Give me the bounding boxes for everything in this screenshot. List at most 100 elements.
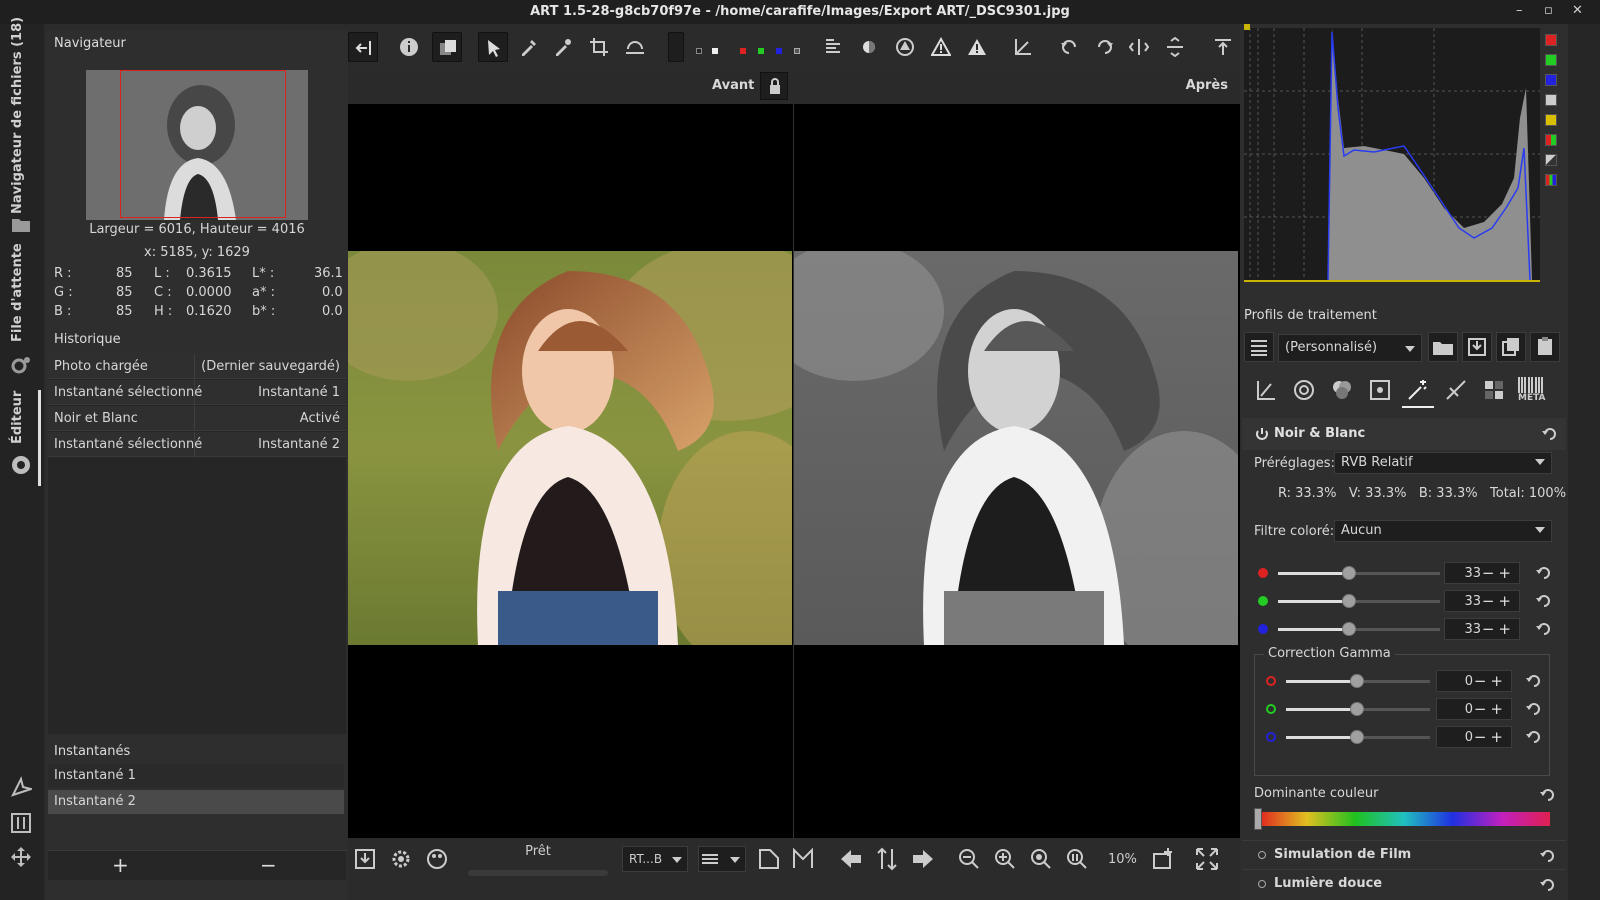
- reset-icon[interactable]: [1526, 674, 1540, 688]
- blue-channel-toggle[interactable]: [776, 48, 782, 54]
- slider-knob[interactable]: [1342, 594, 1356, 608]
- navigator-viewport[interactable]: [120, 70, 286, 218]
- soft-light-header[interactable]: Lumière douce: [1242, 869, 1566, 897]
- profile-select[interactable]: (Personnalisé): [1278, 334, 1422, 362]
- crop-button[interactable]: [584, 32, 614, 62]
- gamut-check-button[interactable]: [790, 846, 816, 872]
- queue-button[interactable]: [388, 846, 414, 872]
- slider-knob[interactable]: [1342, 566, 1356, 580]
- reset-icon[interactable]: [1526, 702, 1540, 716]
- slider-knob[interactable]: [1350, 702, 1364, 716]
- save-profile-button[interactable]: [1462, 332, 1492, 362]
- gamma-green-slider-row[interactable]: 0 −+: [1260, 698, 1546, 720]
- film-simulation-header[interactable]: Simulation de Film: [1242, 840, 1566, 868]
- profile-list-button[interactable]: [1244, 332, 1274, 362]
- aperture-icon[interactable]: [10, 454, 32, 476]
- output-profile-select[interactable]: RT...B: [622, 846, 688, 872]
- histogram-bar-toggle[interactable]: [1545, 174, 1557, 186]
- lock-before-button[interactable]: [760, 72, 788, 100]
- next-image-button[interactable]: [910, 846, 936, 872]
- stepper-icon[interactable]: −+: [1482, 592, 1515, 610]
- histogram-mode-toggle[interactable]: [1545, 154, 1557, 166]
- blue-mix-slider-row[interactable]: 33 −+: [1252, 618, 1552, 640]
- power-icon[interactable]: [1254, 426, 1270, 442]
- gamma-red-value[interactable]: 0 −+: [1436, 670, 1512, 692]
- snapshot-item[interactable]: Instantané 1: [48, 764, 344, 788]
- stepper-icon[interactable]: −+: [1474, 672, 1507, 690]
- tint-hue-slider[interactable]: [1258, 812, 1550, 826]
- load-profile-button[interactable]: [1428, 332, 1458, 362]
- luminance-channel-toggle[interactable]: [794, 48, 800, 54]
- reset-icon[interactable]: [1526, 730, 1540, 744]
- gamma-blue-slider-row[interactable]: 0 −+: [1260, 726, 1546, 748]
- softproof-button[interactable]: [756, 846, 782, 872]
- wb-picker-button[interactable]: [514, 32, 544, 62]
- bw-tool-header[interactable]: Noir & Blanc: [1242, 418, 1566, 450]
- history-row[interactable]: Noir et Blanc Activé: [48, 406, 346, 431]
- intent-select[interactable]: [698, 846, 746, 872]
- histogram-red-toggle[interactable]: [1545, 34, 1557, 46]
- hide-right-panel-button[interactable]: [1208, 32, 1238, 62]
- shadow-clipping-button[interactable]: [926, 32, 956, 62]
- tab-detail-icon[interactable]: [1292, 378, 1316, 402]
- copy-profile-button[interactable]: [1496, 332, 1526, 362]
- tab-transform-icon[interactable]: [1444, 378, 1468, 402]
- slider-knob[interactable]: [1342, 622, 1356, 636]
- focus-mask-button[interactable]: [818, 32, 848, 62]
- histogram-chroma-toggle[interactable]: [1545, 114, 1557, 126]
- hide-panel-button[interactable]: [348, 32, 378, 62]
- tab-raw-icon[interactable]: [1482, 378, 1506, 402]
- slider-knob[interactable]: [1350, 730, 1364, 744]
- red-channel-toggle[interactable]: [740, 48, 746, 54]
- history-row[interactable]: Instantané sélectionné Instantané 2: [48, 432, 346, 457]
- save-button[interactable]: [352, 846, 378, 872]
- reset-icon[interactable]: [1536, 622, 1550, 636]
- stepper-icon[interactable]: −+: [1474, 700, 1507, 718]
- reset-icon[interactable]: [1540, 878, 1554, 892]
- snapshots-list[interactable]: Instantané 1 Instantané 2: [46, 764, 348, 854]
- move-icon[interactable]: [10, 846, 32, 868]
- add-snapshot-button[interactable]: +: [112, 853, 129, 877]
- reset-icon[interactable]: [1540, 849, 1554, 863]
- red-mix-slider-row[interactable]: 33 −+: [1252, 562, 1552, 584]
- highlight-clipping-button[interactable]: [962, 32, 992, 62]
- before-after-button[interactable]: [432, 32, 462, 62]
- snapshot-item-selected[interactable]: Instantané 2: [48, 790, 344, 814]
- zoom-fit-button[interactable]: [1028, 846, 1054, 872]
- green-mix-slider-row[interactable]: 33 −+: [1252, 590, 1552, 612]
- histogram-luminance-toggle[interactable]: [1545, 94, 1557, 106]
- history-row[interactable]: Photo chargée (Dernier sauvegardé): [48, 354, 346, 379]
- restore-icon[interactable]: ▫: [1544, 3, 1553, 18]
- gamma-green-value[interactable]: 0 −+: [1436, 698, 1512, 720]
- navigator-preview[interactable]: [86, 70, 308, 220]
- close-icon[interactable]: ✕: [1572, 3, 1583, 18]
- send-icon[interactable]: [10, 776, 32, 798]
- history-list[interactable]: Photo chargée (Dernier sauvegardé) Insta…: [48, 354, 346, 734]
- stepper-icon[interactable]: −+: [1474, 728, 1507, 746]
- after-image[interactable]: [794, 251, 1238, 645]
- previous-image-button[interactable]: [838, 846, 864, 872]
- right-scroll-strip[interactable]: [1568, 24, 1600, 900]
- sliders-icon[interactable]: [10, 812, 32, 834]
- flip-horizontal-button[interactable]: [1124, 32, 1154, 62]
- gamut-button[interactable]: [890, 32, 920, 62]
- history-row[interactable]: Instantané sélectionné Instantané 1: [48, 380, 346, 405]
- paste-profile-button[interactable]: [1530, 332, 1560, 362]
- stepper-icon[interactable]: −+: [1482, 620, 1515, 638]
- color-filter-select[interactable]: Aucun: [1334, 520, 1552, 542]
- remove-snapshot-button[interactable]: −: [260, 853, 277, 877]
- tab-file-browser[interactable]: Navigateur de fichiers (18): [4, 17, 40, 238]
- straighten-button[interactable]: [620, 32, 650, 62]
- gamma-red-slider-row[interactable]: 0 −+: [1260, 670, 1546, 692]
- select-tool-button[interactable]: [478, 32, 508, 62]
- tab-color-icon[interactable]: [1330, 378, 1354, 402]
- zoom-in-button[interactable]: [992, 846, 1018, 872]
- rotate-left-button[interactable]: [1054, 32, 1084, 62]
- spot-picker-button[interactable]: [548, 32, 578, 62]
- tab-exposure-icon[interactable]: [1254, 378, 1278, 402]
- folder-icon[interactable]: [10, 214, 32, 236]
- tint-hue-knob[interactable]: [1254, 808, 1262, 830]
- presets-select[interactable]: RVB Relatif: [1334, 452, 1552, 474]
- reset-icon[interactable]: [1540, 788, 1554, 802]
- bg-black-swatch[interactable]: [696, 48, 702, 54]
